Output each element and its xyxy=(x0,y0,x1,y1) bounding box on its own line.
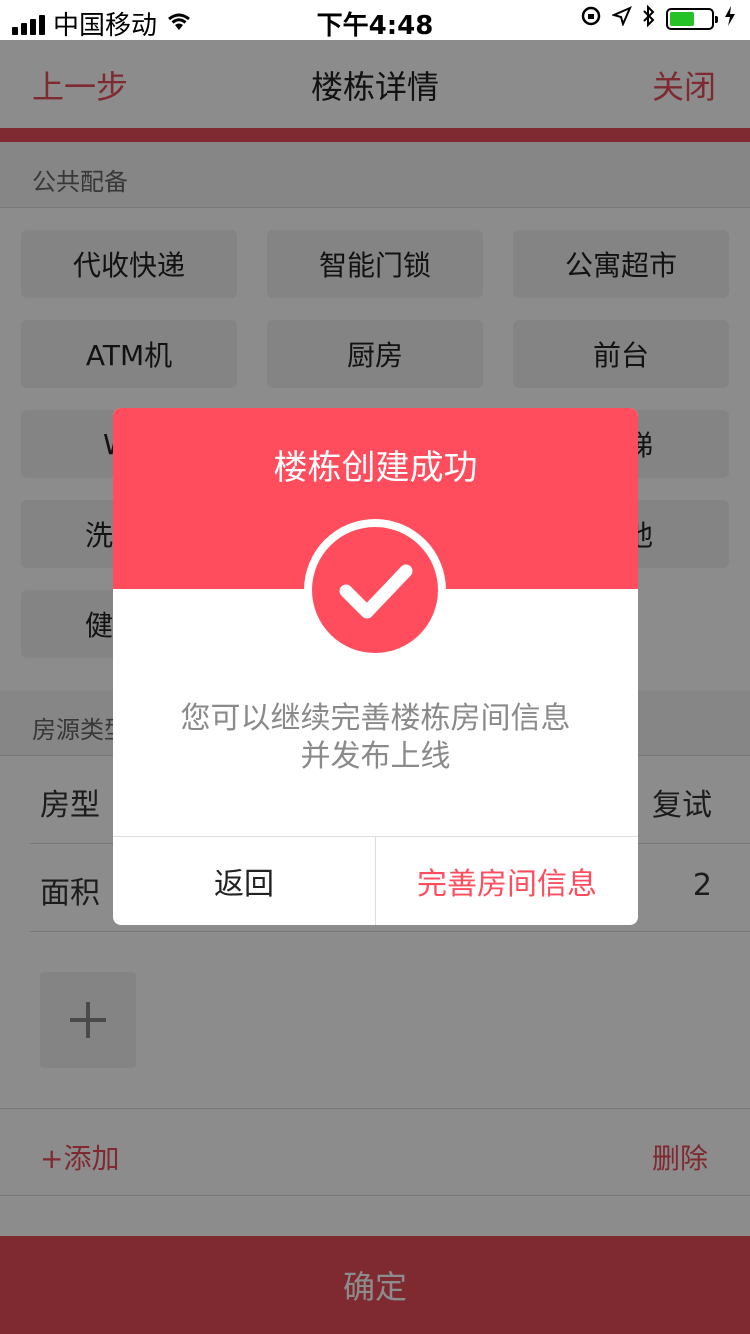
dialog-message-line: 并发布上线 xyxy=(300,739,451,774)
improve-room-info-button[interactable]: 完善房间信息 xyxy=(376,837,638,925)
check-circle xyxy=(312,527,438,653)
dialog-footer: 返回 完善房间信息 xyxy=(113,836,638,925)
dialog-title: 楼栋创建成功 xyxy=(273,448,478,488)
success-dialog: 楼栋创建成功 您可以继续完善楼栋房间信息 并发布上线 返回 完善房间信息 xyxy=(113,408,638,925)
charging-icon xyxy=(724,6,736,32)
dialog-message: 您可以继续完善楼栋房间信息 并发布上线 xyxy=(133,700,618,776)
success-check-icon xyxy=(304,519,446,661)
location-icon xyxy=(611,6,632,32)
status-bar: 中国移动 下午4:48 xyxy=(0,0,750,41)
dialog-message-line: 您可以继续完善楼栋房间信息 xyxy=(180,701,571,736)
dialog-back-button[interactable]: 返回 xyxy=(113,837,376,925)
bluetooth-icon xyxy=(642,4,656,33)
rotation-lock-icon xyxy=(580,5,602,33)
status-right xyxy=(580,4,736,33)
battery-icon xyxy=(666,8,718,30)
checkmark-icon xyxy=(339,564,413,619)
